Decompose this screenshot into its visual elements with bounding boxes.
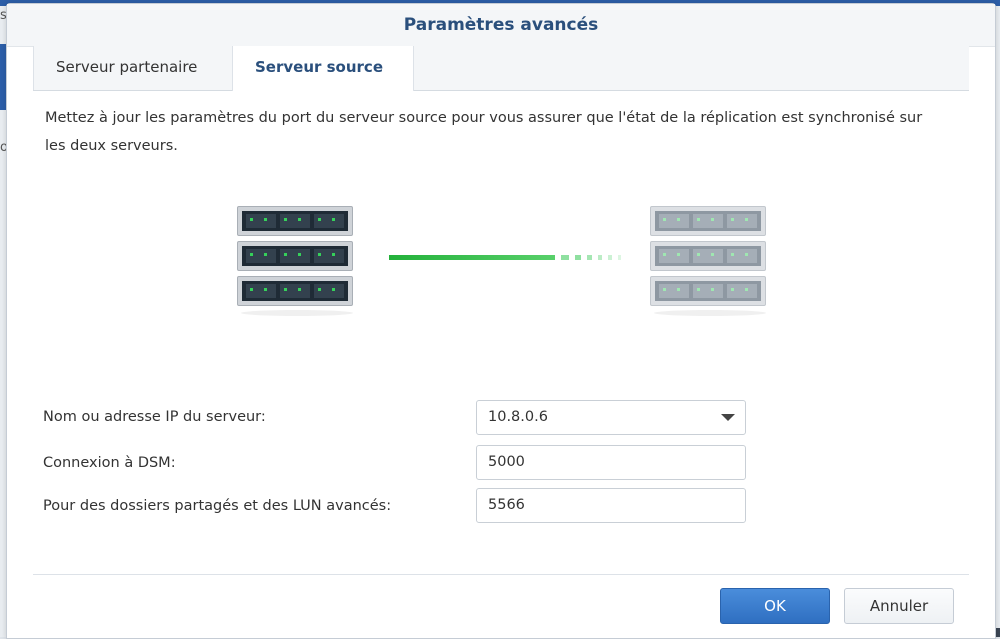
ok-button[interactable]: OK — [720, 588, 830, 624]
server-ip-select[interactable]: 10.8.0.6 — [476, 400, 746, 435]
lun-port-value: 5566 — [488, 497, 525, 513]
dialog-title: Paramètres avancés — [403, 15, 599, 35]
dsm-port-value: 5000 — [488, 454, 525, 470]
lun-port-label: Pour des dossiers partagés et des LUN av… — [43, 498, 392, 514]
cancel-button[interactable]: Annuler — [844, 588, 954, 624]
dsm-port-input[interactable]: 5000 — [476, 445, 746, 480]
tab-source-server[interactable]: Serveur source — [232, 46, 414, 91]
tab-bar: Serveur partenaire Serveur source — [33, 46, 969, 91]
replication-link-icon — [389, 255, 629, 263]
server-ip-value: 10.8.0.6 — [488, 409, 548, 425]
dsm-port-label: Connexion à DSM: — [43, 455, 176, 471]
server-unit — [650, 241, 766, 271]
lun-port-input[interactable]: 5566 — [476, 488, 746, 523]
footer-divider — [33, 574, 969, 575]
server-ip-label: Nom ou adresse IP du serveur: — [43, 409, 266, 425]
server-unit — [237, 206, 353, 236]
server-unit — [650, 206, 766, 236]
dialog-title-bar[interactable]: Paramètres avancés — [7, 4, 995, 47]
tab-partner-server[interactable]: Serveur partenaire — [33, 46, 232, 90]
description-text: Mettez à jour les paramètres du port du … — [45, 110, 923, 154]
server-unit — [650, 276, 766, 306]
server-unit — [237, 276, 353, 306]
server-rack-icon — [237, 206, 353, 316]
server-unit — [237, 241, 353, 271]
server-rack-icon — [650, 206, 766, 316]
advanced-settings-dialog: Paramètres avancés Serveur partenaire Se… — [6, 3, 996, 639]
chevron-down-icon[interactable] — [721, 414, 735, 421]
